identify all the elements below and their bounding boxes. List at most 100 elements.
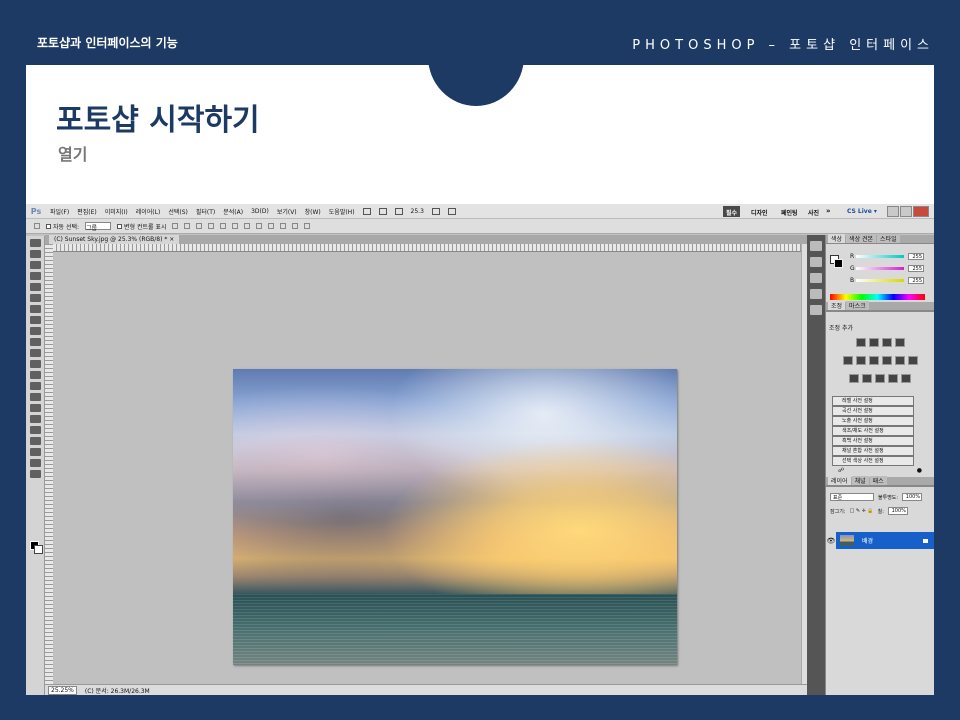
menu-help[interactable]: 도움말(H) <box>325 207 359 216</box>
auto-select-dropdown[interactable]: 그룹 <box>85 222 112 232</box>
view-extras-icon[interactable] <box>394 207 403 215</box>
cs-live-button[interactable]: CS Live ▾ <box>844 206 880 217</box>
g-slider[interactable] <box>856 267 904 270</box>
3d-orbit-icon[interactable] <box>29 448 41 456</box>
invert-icon[interactable] <box>849 374 859 383</box>
healing-brush-icon[interactable] <box>29 305 41 313</box>
tab-color[interactable]: 색상 <box>828 234 846 243</box>
align-left-icon[interactable] <box>208 223 215 229</box>
dodge-tool-icon[interactable] <box>29 382 41 390</box>
align-middle-icon[interactable] <box>184 223 191 229</box>
zoom-tool-icon[interactable] <box>29 470 41 478</box>
clip-icon[interactable]: ☍ <box>838 467 844 477</box>
blend-mode-dropdown[interactable]: 표준 <box>830 493 874 501</box>
r-slider[interactable] <box>856 255 904 258</box>
clone-stamp-icon[interactable] <box>29 327 41 335</box>
distribute-left-icon[interactable] <box>280 223 287 229</box>
photo-filter-icon[interactable] <box>894 356 905 365</box>
actions-panel-icon[interactable] <box>810 257 822 267</box>
menu-view[interactable]: 보기(V) <box>273 207 301 216</box>
eye-icon[interactable]: 👁 <box>826 537 836 545</box>
color-balance-icon[interactable] <box>868 356 879 365</box>
distribute-bottom-icon[interactable] <box>268 223 275 229</box>
document-info[interactable]: (C) 문서: 26.3M/26.3M <box>85 686 150 695</box>
selective-color-icon[interactable] <box>901 374 911 383</box>
arrange-documents-icon[interactable] <box>431 207 440 215</box>
lock-icons[interactable]: □ ✎ ✛ 🔒 <box>850 508 874 514</box>
auto-select-checkbox[interactable]: 자동 선택: <box>46 222 79 231</box>
sunset-photo[interactable] <box>233 369 677 665</box>
document-tab[interactable]: (C) Sunset Sky.jpg @ 25.3% (RGB/8) * × <box>49 235 180 244</box>
brush-panel-icon[interactable] <box>810 289 822 299</box>
menu-3d[interactable]: 3D(D) <box>247 208 273 215</box>
color-spectrum[interactable] <box>830 294 925 300</box>
layer-row[interactable]: 👁 배경 <box>826 532 934 549</box>
character-panel-icon[interactable] <box>810 305 822 315</box>
menu-edit[interactable]: 편집(E) <box>73 207 101 216</box>
quick-select-tool-icon[interactable] <box>29 272 41 280</box>
distribute-top-icon[interactable] <box>244 223 251 229</box>
tab-channels[interactable]: 채널 <box>851 476 869 485</box>
close-icon[interactable] <box>913 206 929 217</box>
menu-select[interactable]: 선택(S) <box>164 207 192 216</box>
mask-icon[interactable]: ● <box>917 467 922 477</box>
eyedropper-tool-icon[interactable] <box>29 294 41 302</box>
preset-levels[interactable]: 레벨 사전 설정 <box>832 396 914 406</box>
distribute-center-icon[interactable] <box>292 223 299 229</box>
brush-tool-icon[interactable] <box>29 316 41 324</box>
blur-tool-icon[interactable] <box>29 371 41 379</box>
3d-rotate-icon[interactable] <box>29 437 41 445</box>
screen-mode-icon[interactable] <box>447 207 456 215</box>
workspace-painting[interactable]: 페인팅 <box>778 206 801 217</box>
levels-icon[interactable] <box>868 338 879 347</box>
tab-adjustments[interactable]: 조정 <box>828 301 846 310</box>
channel-mixer-icon[interactable] <box>907 356 918 365</box>
preset-hue-saturation[interactable]: 색조/채도 사전 설정 <box>832 426 914 436</box>
zoom-field[interactable]: 25.25% <box>48 685 77 695</box>
gradient-map-icon[interactable] <box>888 374 898 383</box>
workspace-essentials[interactable]: 필수 <box>723 206 741 217</box>
brightness-icon[interactable] <box>855 338 866 347</box>
pen-tool-icon[interactable] <box>29 393 41 401</box>
minimize-icon[interactable] <box>887 206 899 217</box>
b-value[interactable]: 255 <box>908 277 924 284</box>
tab-swatches[interactable]: 색상 견본 <box>846 234 877 243</box>
history-panel-icon[interactable] <box>810 241 822 251</box>
gradient-tool-icon[interactable] <box>29 360 41 368</box>
layer-selected[interactable]: 배경 <box>836 532 934 549</box>
layer-name[interactable]: 배경 <box>862 536 873 545</box>
preset-selective-color[interactable]: 선택 색상 사전 설정 <box>832 456 914 466</box>
b-slider[interactable] <box>856 279 904 282</box>
tab-paths[interactable]: 패스 <box>869 476 887 485</box>
shape-tool-icon[interactable] <box>29 426 41 434</box>
show-transform-checkbox[interactable]: 변형 컨트롤 표시 <box>117 222 166 231</box>
menu-file[interactable]: 파일(F) <box>46 207 73 216</box>
menu-layer[interactable]: 레이어(L) <box>132 207 165 216</box>
mini-bridge-icon[interactable] <box>378 207 387 215</box>
menu-window[interactable]: 창(W) <box>301 207 325 216</box>
threshold-icon[interactable] <box>875 374 885 383</box>
r-value[interactable]: 255 <box>908 253 924 260</box>
menu-filter[interactable]: 필터(T) <box>192 207 219 216</box>
move-tool-icon[interactable] <box>34 223 40 229</box>
hue-saturation-icon[interactable] <box>855 356 866 365</box>
more-workspaces[interactable]: » <box>823 205 834 216</box>
align-right-icon[interactable] <box>232 223 239 229</box>
marquee-tool-icon[interactable] <box>29 250 41 258</box>
type-tool-icon[interactable] <box>29 404 41 412</box>
canvas-area[interactable] <box>53 252 801 684</box>
workspace-photography[interactable]: 사진 <box>805 206 822 217</box>
info-panel-icon[interactable] <box>810 273 822 283</box>
align-top-icon[interactable] <box>172 223 179 229</box>
menu-image[interactable]: 이미지(I) <box>101 207 132 216</box>
align-center-icon[interactable] <box>220 223 227 229</box>
preset-channel-mixer[interactable]: 채널 혼합 사전 설정 <box>832 446 914 456</box>
preset-curves[interactable]: 곡선 사전 설정 <box>832 406 914 416</box>
opacity-field[interactable]: 100% <box>902 493 923 501</box>
tab-styles[interactable]: 스타일 <box>877 234 900 243</box>
auto-align-icon[interactable] <box>304 223 311 229</box>
fill-field[interactable]: 100% <box>887 507 908 515</box>
distribute-middle-icon[interactable] <box>256 223 263 229</box>
lasso-tool-icon[interactable] <box>29 261 41 269</box>
vibrance-icon[interactable] <box>842 356 853 365</box>
